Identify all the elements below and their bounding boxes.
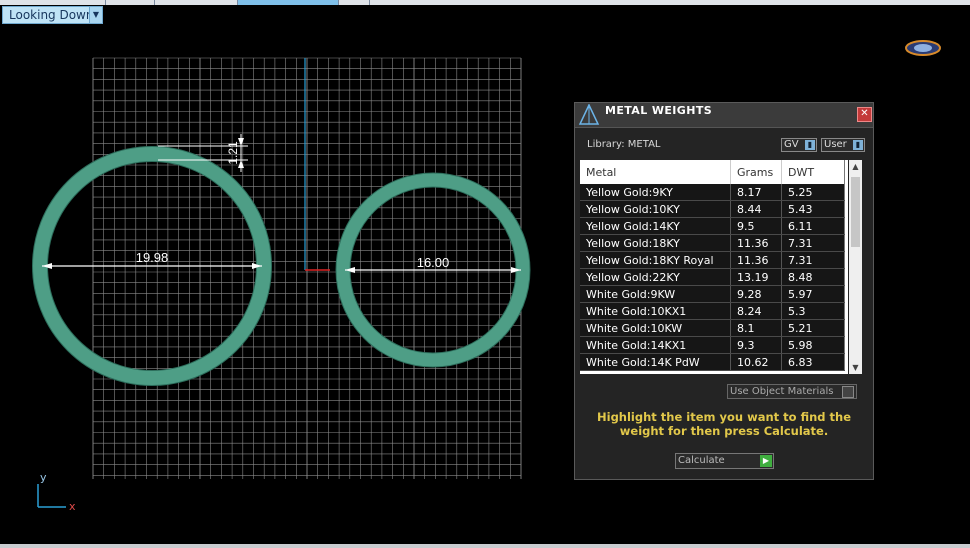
table-row[interactable]: White Gold:10KW 8.1 5.21 (580, 319, 845, 337)
gizmo-x-label: x (69, 500, 76, 513)
table-row[interactable]: Yellow Gold:22KY 13.19 8.48 (580, 268, 845, 286)
cell-grams: 9.28 (730, 285, 782, 303)
bottom-status-strip (0, 544, 970, 548)
table-header-row: Metal Grams DWT (580, 160, 845, 184)
table-row[interactable]: White Gold:14K PdW 10.62 6.83 (580, 353, 845, 371)
view-dropdown[interactable]: Looking Down ▼ (2, 6, 103, 24)
cell-grams: 8.17 (730, 184, 782, 201)
chevron-down-icon[interactable]: ▼ (89, 7, 102, 23)
checkbox-icon[interactable] (842, 386, 854, 398)
cell-metal: White Gold:10KX1 (580, 302, 731, 320)
cell-metal: White Gold:14KX1 (580, 336, 731, 354)
view-dropdown-label: Looking Down (9, 8, 94, 22)
metal-weights-panel: METAL WEIGHTS ✕ Library: METAL GV ▮ User… (574, 102, 874, 480)
toggle-switch-icon: ▮ (853, 140, 863, 150)
user-toggle-label: User (824, 139, 847, 150)
gizmo-y-label: y (40, 471, 47, 484)
column-header-metal[interactable]: Metal (580, 160, 731, 184)
cell-dwt: 7.31 (781, 234, 845, 252)
cell-dwt: 5.43 (781, 200, 845, 218)
cell-dwt: 5.98 (781, 336, 845, 354)
column-header-dwt[interactable]: DWT (781, 160, 845, 184)
metal-table-container: Metal Grams DWT Yellow Gold:9KY 8.17 5.25 Y… (580, 160, 848, 374)
instruction-text: Highlight the item you want to find the … (597, 410, 851, 438)
gv-toggle[interactable]: GV ▮ (781, 138, 817, 152)
cell-dwt: 6.11 (781, 217, 845, 235)
scroll-up-icon[interactable]: ▲ (849, 162, 862, 171)
cell-metal: White Gold:14K PdW (580, 353, 731, 371)
table-scrollbar[interactable]: ▲ ▼ (849, 160, 862, 374)
dimension-thickness: 1.21 (226, 141, 240, 165)
table-row[interactable]: White Gold:9KW 9.28 5.97 (580, 285, 845, 303)
cell-dwt: 5.3 (781, 302, 845, 320)
cell-dwt: 8.48 (781, 268, 845, 286)
gv-toggle-label: GV (784, 139, 799, 150)
panel-header[interactable]: METAL WEIGHTS ✕ (575, 103, 873, 128)
table-row[interactable]: Yellow Gold:18KY Royal 11.36 7.31 (580, 251, 845, 269)
table-row[interactable]: Yellow Gold:18KY 11.36 7.31 (580, 234, 845, 252)
user-toggle[interactable]: User ▮ (821, 138, 865, 152)
cell-dwt: 7.31 (781, 251, 845, 269)
calculate-button[interactable]: Calculate ▶ (675, 453, 774, 469)
dimension-right-diameter: 16.00 (417, 255, 450, 270)
cell-metal: Yellow Gold:18KY Royal (580, 251, 731, 269)
metal-table: Metal Grams DWT Yellow Gold:9KY 8.17 5.25 Y… (580, 160, 845, 371)
cell-dwt: 6.83 (781, 353, 845, 371)
cell-metal: Yellow Gold:14KY (580, 217, 731, 235)
table-row[interactable]: Yellow Gold:10KY 8.44 5.43 (580, 200, 845, 218)
scroll-thumb[interactable] (851, 177, 860, 247)
toggle-switch-icon: ▮ (805, 140, 815, 150)
cell-grams: 8.44 (730, 200, 782, 218)
pyramid-icon (578, 104, 600, 125)
cell-metal: White Gold:10KW (580, 319, 731, 337)
cell-dwt: 5.97 (781, 285, 845, 303)
cell-grams: 11.36 (730, 234, 782, 252)
table-row[interactable]: White Gold:10KX1 8.24 5.3 (580, 302, 845, 320)
panel-title: METAL WEIGHTS (605, 104, 713, 117)
cell-metal: Yellow Gold:9KY (580, 184, 731, 201)
cell-metal: Yellow Gold:18KY (580, 234, 731, 252)
table-row[interactable]: White Gold:14KX1 9.3 5.98 (580, 336, 845, 354)
use-object-materials-checkbox[interactable]: Use Object Materials (727, 384, 857, 399)
cell-metal: Yellow Gold:22KY (580, 268, 731, 286)
calculate-label: Calculate (678, 455, 725, 466)
cell-grams: 8.24 (730, 302, 782, 320)
cell-grams: 9.5 (730, 217, 782, 235)
column-header-grams[interactable]: Grams (730, 160, 782, 184)
table-row[interactable]: Yellow Gold:9KY 8.17 5.25 (580, 184, 845, 201)
cell-grams: 10.62 (730, 353, 782, 371)
close-icon[interactable]: ✕ (857, 107, 872, 122)
scroll-down-icon[interactable]: ▼ (849, 363, 862, 372)
cell-grams: 11.36 (730, 251, 782, 269)
app-logo-icon (905, 40, 941, 56)
cell-metal: Yellow Gold:10KY (580, 200, 731, 218)
cell-metal: White Gold:9KW (580, 285, 731, 303)
library-label: Library: METAL (587, 139, 661, 150)
cell-dwt: 5.25 (781, 184, 845, 201)
use-object-materials-label: Use Object Materials (730, 386, 834, 397)
cell-dwt: 5.21 (781, 319, 845, 337)
cell-grams: 8.1 (730, 319, 782, 337)
cell-grams: 13.19 (730, 268, 782, 286)
cell-grams: 9.3 (730, 336, 782, 354)
table-row[interactable]: Yellow Gold:14KY 9.5 6.11 (580, 217, 845, 235)
dimension-left-diameter: 19.98 (136, 250, 169, 265)
viewport-grid (92, 57, 522, 479)
play-arrow-icon[interactable]: ▶ (760, 455, 772, 467)
